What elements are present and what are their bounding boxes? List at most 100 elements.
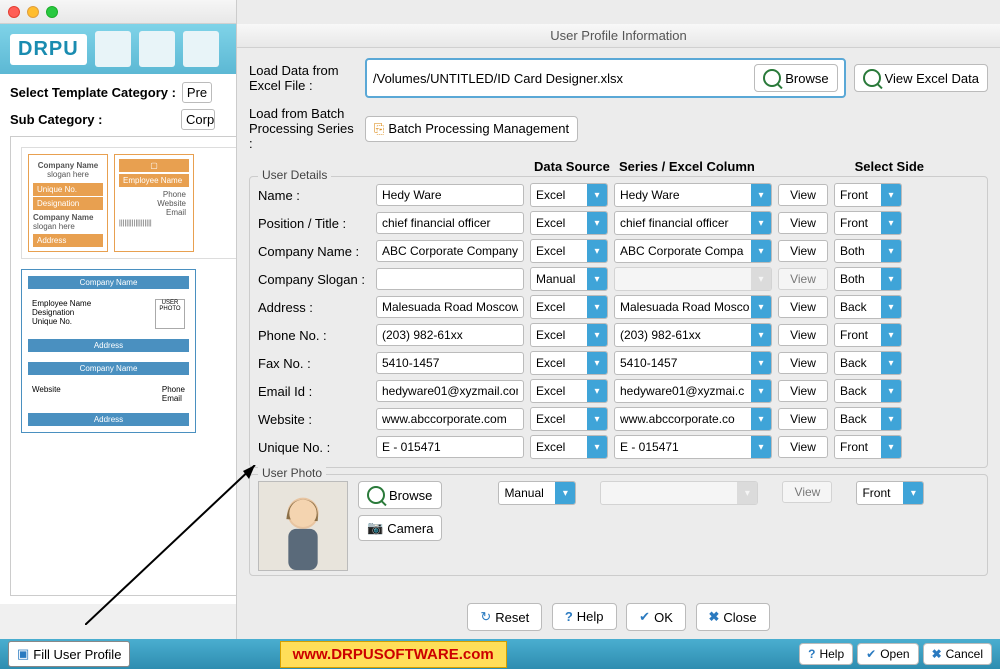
user-photo-fieldset: User Photo Browse 📷Camera Manual▾ ▾ View…: [249, 474, 988, 576]
view-button[interactable]: View: [778, 408, 828, 430]
field-row: Name :Excel▾Hedy Ware▾ViewFront▾: [258, 183, 979, 207]
excel-path-input[interactable]: [373, 71, 748, 86]
tpl-userphoto-label: ▢: [119, 159, 189, 172]
tpl2-company2-label: Company Name: [28, 362, 189, 375]
chevron-down-icon: ▾: [587, 380, 607, 402]
side-select[interactable]: Back▾: [834, 407, 902, 431]
header-thumb-3: [183, 31, 219, 67]
side-select[interactable]: Back▾: [834, 351, 902, 375]
select-side-header: Select Side: [844, 159, 924, 174]
search-icon: [763, 69, 781, 87]
data-source-select[interactable]: Excel▾: [530, 407, 608, 431]
field-value-input[interactable]: [376, 352, 524, 374]
photo-data-source-select[interactable]: Manual▾: [498, 481, 576, 505]
chevron-down-icon: ▾: [555, 482, 575, 504]
bottom-open-button[interactable]: ✔Open: [857, 643, 918, 665]
field-label: Website :: [258, 412, 370, 427]
chevron-down-icon: ▾: [751, 380, 771, 402]
series-select[interactable]: chief financial officer▾: [614, 211, 772, 235]
fill-user-profile-button[interactable]: ▣Fill User Profile: [8, 641, 130, 667]
data-source-select[interactable]: Excel▾: [530, 379, 608, 403]
chevron-down-icon: ▾: [587, 352, 607, 374]
side-select[interactable]: Back▾: [834, 295, 902, 319]
close-button[interactable]: ✖Close: [696, 603, 770, 631]
tpl2-photo-label: USER PHOTO: [155, 299, 185, 329]
series-select[interactable]: ABC Corporate Compa▾: [614, 239, 772, 263]
check-icon: ✔: [866, 647, 876, 661]
data-source-select[interactable]: Excel▾: [530, 239, 608, 263]
field-value-input[interactable]: [376, 184, 524, 206]
side-select[interactable]: Front▾: [834, 435, 902, 459]
series-select[interactable]: hedyware01@xyzmai.c▾: [614, 379, 772, 403]
bottom-cancel-button[interactable]: ✖Cancel: [923, 643, 992, 665]
camera-button[interactable]: 📷Camera: [358, 515, 442, 541]
bottom-bar: ▣Fill User Profile www.DRPUSOFTWARE.com …: [0, 639, 1000, 669]
field-value-input[interactable]: [376, 408, 524, 430]
view-button[interactable]: View: [778, 184, 828, 206]
view-button[interactable]: View: [778, 296, 828, 318]
series-select[interactable]: (203) 982-61xx▾: [614, 323, 772, 347]
tpl-company-label2: Company Nameslogan here: [33, 210, 103, 234]
browse-excel-button[interactable]: Browse: [754, 64, 837, 92]
chevron-down-icon: ▾: [881, 436, 901, 458]
data-source-select[interactable]: Manual▾: [530, 267, 608, 291]
field-value-input[interactable]: [376, 324, 524, 346]
bottom-help-button[interactable]: ?Help: [799, 643, 853, 665]
data-source-select[interactable]: Excel▾: [530, 435, 608, 459]
field-value-input[interactable]: [376, 268, 524, 290]
field-value-input[interactable]: [376, 212, 524, 234]
batch-icon: ⎘: [374, 121, 384, 137]
series-select[interactable]: 5410-1457▾: [614, 351, 772, 375]
series-select[interactable]: Malesuada Road Mosco▾: [614, 295, 772, 319]
user-photo-legend: User Photo: [258, 466, 326, 480]
sub-category-select[interactable]: Corp: [181, 109, 215, 130]
template-thumb-2[interactable]: Company Name Employee NameDesignationUni…: [21, 269, 196, 433]
view-button[interactable]: View: [778, 436, 828, 458]
tpl2-address-label: Address: [28, 339, 189, 352]
field-value-input[interactable]: [376, 296, 524, 318]
field-value-input[interactable]: [376, 240, 524, 262]
chevron-down-icon: ▾: [751, 436, 771, 458]
view-button[interactable]: View: [778, 352, 828, 374]
field-label: Phone No. :: [258, 328, 370, 343]
reset-button[interactable]: ↻Reset: [467, 603, 542, 631]
view-excel-button[interactable]: View Excel Data: [854, 64, 988, 92]
user-profile-dialog: User Profile Information Load Data fromE…: [236, 0, 1000, 639]
side-select[interactable]: Both▾: [834, 267, 902, 291]
view-button[interactable]: View: [778, 380, 828, 402]
data-source-select[interactable]: Excel▾: [530, 183, 608, 207]
side-select[interactable]: Back▾: [834, 379, 902, 403]
data-source-select[interactable]: Excel▾: [530, 211, 608, 235]
template-category-select[interactable]: Pre: [182, 82, 212, 103]
tpl-unique-label: Unique No.: [33, 183, 103, 196]
side-select[interactable]: Front▾: [834, 323, 902, 347]
data-source-select[interactable]: Excel▾: [530, 295, 608, 319]
field-row: Unique No. :Excel▾E - 015471▾ViewFront▾: [258, 435, 979, 459]
dialog-title: User Profile Information: [237, 24, 1000, 48]
view-button[interactable]: View: [778, 212, 828, 234]
chevron-down-icon: ▾: [751, 296, 771, 318]
series-select[interactable]: Hedy Ware▾: [614, 183, 772, 207]
side-select[interactable]: Both▾: [834, 239, 902, 263]
field-value-input[interactable]: [376, 380, 524, 402]
side-select[interactable]: Front▾: [834, 211, 902, 235]
series-select[interactable]: E - 015471▾: [614, 435, 772, 459]
view-button[interactable]: View: [778, 240, 828, 262]
ok-button[interactable]: ✔OK: [626, 603, 686, 631]
load-batch-label: Load from BatchProcessing Series :: [249, 106, 357, 151]
data-source-select[interactable]: Excel▾: [530, 351, 608, 375]
batch-processing-button[interactable]: ⎘Batch Processing Management: [365, 116, 578, 142]
x-icon: ✖: [709, 609, 720, 625]
side-select[interactable]: Front▾: [834, 183, 902, 207]
chevron-down-icon: ▾: [751, 240, 771, 262]
field-value-input[interactable]: [376, 436, 524, 458]
browse-photo-button[interactable]: Browse: [358, 481, 442, 509]
view-button[interactable]: View: [778, 324, 828, 346]
chevron-down-icon: ▾: [881, 268, 901, 290]
data-source-select[interactable]: Excel▾: [530, 323, 608, 347]
header-thumb-2: [139, 31, 175, 67]
photo-side-select[interactable]: Front▾: [856, 481, 924, 505]
help-button[interactable]: ?Help: [552, 603, 617, 630]
series-select[interactable]: www.abccorporate.co▾: [614, 407, 772, 431]
field-row: Fax No. :Excel▾5410-1457▾ViewBack▾: [258, 351, 979, 375]
